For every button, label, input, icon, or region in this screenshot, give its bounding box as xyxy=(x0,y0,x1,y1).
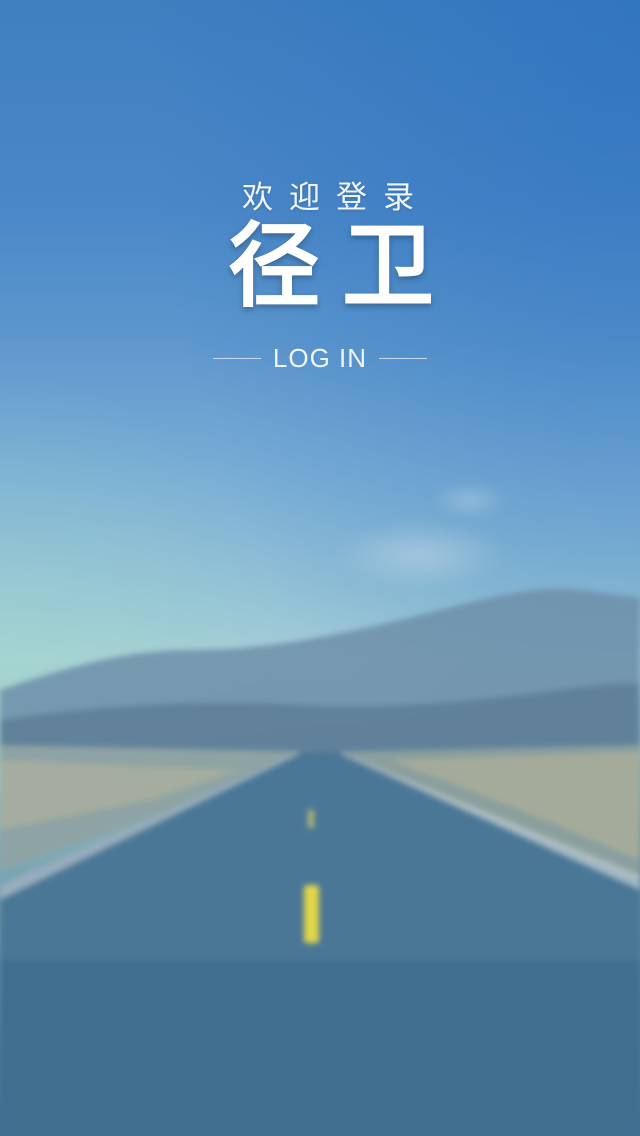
center-line-dash xyxy=(308,810,314,828)
background-landscape xyxy=(0,588,640,1136)
login-screen: 欢迎登录 径卫 LOG IN xyxy=(0,0,640,1136)
login-label: LOG IN xyxy=(272,342,368,373)
divider-left xyxy=(212,357,261,359)
road-shade xyxy=(0,960,640,1136)
welcome-text: 欢迎登录 xyxy=(242,180,430,216)
brand-title: 径卫 xyxy=(227,213,456,320)
center-line-dash xyxy=(304,885,319,943)
login-button[interactable]: LOG IN xyxy=(0,340,640,376)
divider-right xyxy=(379,357,428,359)
